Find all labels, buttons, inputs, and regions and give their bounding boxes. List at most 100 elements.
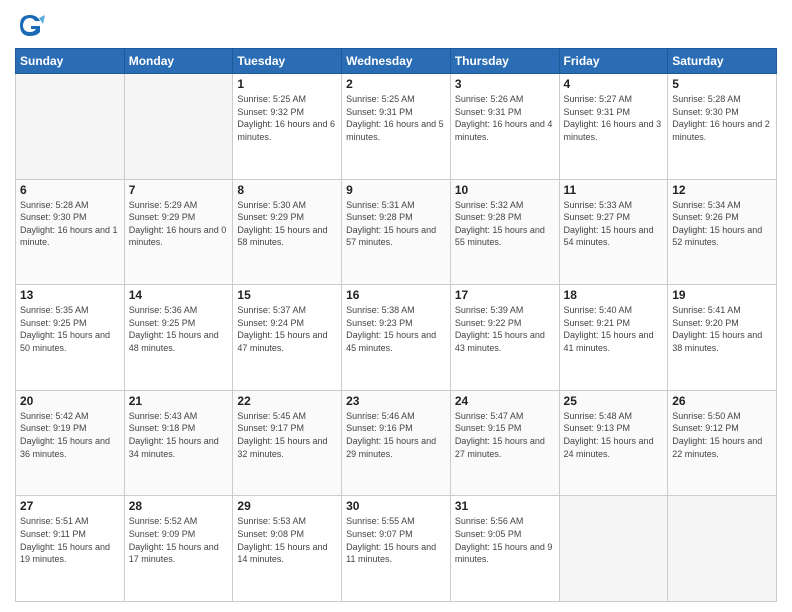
table-row: 25Sunrise: 5:48 AMSunset: 9:13 PMDayligh…: [559, 390, 668, 496]
day-number: 19: [672, 288, 772, 302]
table-row: 7 Sunrise: 5:29 AMSunset: 9:29 PMDaylight…: [124, 179, 233, 285]
col-tuesday: Tuesday: [233, 49, 342, 74]
day-info: Sunrise: 5:51 AMSunset: 9:11 PMDaylight:…: [20, 515, 120, 565]
table-row: 12 Sunrise: 5:34 AMSunset: 9:26 PMDayligh…: [668, 179, 777, 285]
calendar-week-row: 20 Sunrise: 5:42 AMSunset: 9:19 PMDayligh…: [16, 390, 777, 496]
table-row: 1 Sunrise: 5:25 AMSunset: 9:32 PMDaylight…: [233, 74, 342, 180]
table-row: 22 Sunrise: 5:45 AMSunset: 9:17 PMDayligh…: [233, 390, 342, 496]
calendar-week-row: 13Sunrise: 5:35 AMSunset: 9:25 PMDayligh…: [16, 285, 777, 391]
day-number: 21: [129, 394, 229, 408]
day-number: 16: [346, 288, 446, 302]
table-row: 19Sunrise: 5:41 AMSunset: 9:20 PMDayligh…: [668, 285, 777, 391]
logo-icon: [15, 10, 45, 40]
day-info: Sunrise: 5:46 AMSunset: 9:16 PMDaylight:…: [346, 410, 446, 460]
table-row: 29 Sunrise: 5:53 AMSunset: 9:08 PMDayligh…: [233, 496, 342, 602]
day-number: 1: [237, 77, 337, 91]
table-row: 18 Sunrise: 5:40 AMSunset: 9:21 PMDayligh…: [559, 285, 668, 391]
logo: [15, 10, 49, 40]
day-info: Sunrise: 5:42 AMSunset: 9:19 PMDaylight:…: [20, 410, 120, 460]
day-number: 2: [346, 77, 446, 91]
day-info: Sunrise: 5:53 AMSunset: 9:08 PMDaylight:…: [237, 515, 337, 565]
table-row: 21 Sunrise: 5:43 AMSunset: 9:18 PMDayligh…: [124, 390, 233, 496]
day-number: 3: [455, 77, 555, 91]
table-row: 30 Sunrise: 5:55 AMSunset: 9:07 PMDayligh…: [342, 496, 451, 602]
calendar-week-row: 6 Sunrise: 5:28 AMSunset: 9:30 PMDaylight…: [16, 179, 777, 285]
table-row: 15Sunrise: 5:37 AMSunset: 9:24 PMDayligh…: [233, 285, 342, 391]
table-row: 14 Sunrise: 5:36 AMSunset: 9:25 PMDayligh…: [124, 285, 233, 391]
day-number: 23: [346, 394, 446, 408]
table-row: [124, 74, 233, 180]
day-info: Sunrise: 5:25 AMSunset: 9:32 PMDaylight:…: [237, 93, 337, 143]
day-number: 31: [455, 499, 555, 513]
day-number: 12: [672, 183, 772, 197]
day-number: 11: [564, 183, 664, 197]
day-info: Sunrise: 5:28 AMSunset: 9:30 PMDaylight:…: [20, 199, 120, 249]
day-info: Sunrise: 5:40 AMSunset: 9:21 PMDaylight:…: [564, 304, 664, 354]
day-info: Sunrise: 5:36 AMSunset: 9:25 PMDaylight:…: [129, 304, 229, 354]
table-row: 28 Sunrise: 5:52 AMSunset: 9:09 PMDayligh…: [124, 496, 233, 602]
day-info: Sunrise: 5:35 AMSunset: 9:25 PMDaylight:…: [20, 304, 120, 354]
day-info: Sunrise: 5:33 AMSunset: 9:27 PMDaylight:…: [564, 199, 664, 249]
day-number: 22: [237, 394, 337, 408]
day-info: Sunrise: 5:37 AMSunset: 9:24 PMDaylight:…: [237, 304, 337, 354]
day-info: Sunrise: 5:39 AMSunset: 9:22 PMDaylight:…: [455, 304, 555, 354]
table-row: 27 Sunrise: 5:51 AMSunset: 9:11 PMDayligh…: [16, 496, 125, 602]
calendar-week-row: 27 Sunrise: 5:51 AMSunset: 9:11 PMDayligh…: [16, 496, 777, 602]
table-row: 24 Sunrise: 5:47 AMSunset: 9:15 PMDayligh…: [450, 390, 559, 496]
page-header: [15, 10, 777, 40]
day-info: Sunrise: 5:56 AMSunset: 9:05 PMDaylight:…: [455, 515, 555, 565]
day-number: 28: [129, 499, 229, 513]
day-number: 5: [672, 77, 772, 91]
table-row: 11 Sunrise: 5:33 AMSunset: 9:27 PMDayligh…: [559, 179, 668, 285]
day-info: Sunrise: 5:50 AMSunset: 9:12 PMDaylight:…: [672, 410, 772, 460]
calendar-week-row: 1 Sunrise: 5:25 AMSunset: 9:32 PMDaylight…: [16, 74, 777, 180]
calendar-header-row: Sunday Monday Tuesday Wednesday Thursday…: [16, 49, 777, 74]
day-info: Sunrise: 5:34 AMSunset: 9:26 PMDaylight:…: [672, 199, 772, 249]
day-number: 17: [455, 288, 555, 302]
table-row: [559, 496, 668, 602]
table-row: 2 Sunrise: 5:25 AMSunset: 9:31 PMDaylight…: [342, 74, 451, 180]
day-info: Sunrise: 5:29 AMSunset: 9:29 PMDaylight:…: [129, 199, 229, 249]
day-number: 7: [129, 183, 229, 197]
day-info: Sunrise: 5:47 AMSunset: 9:15 PMDaylight:…: [455, 410, 555, 460]
day-number: 18: [564, 288, 664, 302]
day-info: Sunrise: 5:32 AMSunset: 9:28 PMDaylight:…: [455, 199, 555, 249]
table-row: 6 Sunrise: 5:28 AMSunset: 9:30 PMDaylight…: [16, 179, 125, 285]
day-number: 25: [564, 394, 664, 408]
table-row: 4Sunrise: 5:27 AMSunset: 9:31 PMDaylight…: [559, 74, 668, 180]
calendar-table: Sunday Monday Tuesday Wednesday Thursday…: [15, 48, 777, 602]
col-wednesday: Wednesday: [342, 49, 451, 74]
day-info: Sunrise: 5:52 AMSunset: 9:09 PMDaylight:…: [129, 515, 229, 565]
day-info: Sunrise: 5:31 AMSunset: 9:28 PMDaylight:…: [346, 199, 446, 249]
day-number: 26: [672, 394, 772, 408]
table-row: 9 Sunrise: 5:31 AMSunset: 9:28 PMDaylight…: [342, 179, 451, 285]
table-row: 16 Sunrise: 5:38 AMSunset: 9:23 PMDayligh…: [342, 285, 451, 391]
col-sunday: Sunday: [16, 49, 125, 74]
table-row: [16, 74, 125, 180]
col-friday: Friday: [559, 49, 668, 74]
day-number: 27: [20, 499, 120, 513]
day-number: 30: [346, 499, 446, 513]
day-info: Sunrise: 5:45 AMSunset: 9:17 PMDaylight:…: [237, 410, 337, 460]
table-row: 10 Sunrise: 5:32 AMSunset: 9:28 PMDayligh…: [450, 179, 559, 285]
table-row: 23 Sunrise: 5:46 AMSunset: 9:16 PMDayligh…: [342, 390, 451, 496]
day-info: Sunrise: 5:55 AMSunset: 9:07 PMDaylight:…: [346, 515, 446, 565]
day-number: 20: [20, 394, 120, 408]
table-row: 20 Sunrise: 5:42 AMSunset: 9:19 PMDayligh…: [16, 390, 125, 496]
col-monday: Monday: [124, 49, 233, 74]
day-number: 8: [237, 183, 337, 197]
day-info: Sunrise: 5:25 AMSunset: 9:31 PMDaylight:…: [346, 93, 446, 143]
day-info: Sunrise: 5:30 AMSunset: 9:29 PMDaylight:…: [237, 199, 337, 249]
table-row: 26 Sunrise: 5:50 AMSunset: 9:12 PMDayligh…: [668, 390, 777, 496]
table-row: 8 Sunrise: 5:30 AMSunset: 9:29 PMDaylight…: [233, 179, 342, 285]
day-info: Sunrise: 5:38 AMSunset: 9:23 PMDaylight:…: [346, 304, 446, 354]
table-row: 5Sunrise: 5:28 AMSunset: 9:30 PMDaylight…: [668, 74, 777, 180]
day-number: 9: [346, 183, 446, 197]
day-number: 6: [20, 183, 120, 197]
day-number: 29: [237, 499, 337, 513]
day-number: 14: [129, 288, 229, 302]
day-number: 24: [455, 394, 555, 408]
day-info: Sunrise: 5:43 AMSunset: 9:18 PMDaylight:…: [129, 410, 229, 460]
day-number: 10: [455, 183, 555, 197]
table-row: 31 Sunrise: 5:56 AMSunset: 9:05 PMDayligh…: [450, 496, 559, 602]
